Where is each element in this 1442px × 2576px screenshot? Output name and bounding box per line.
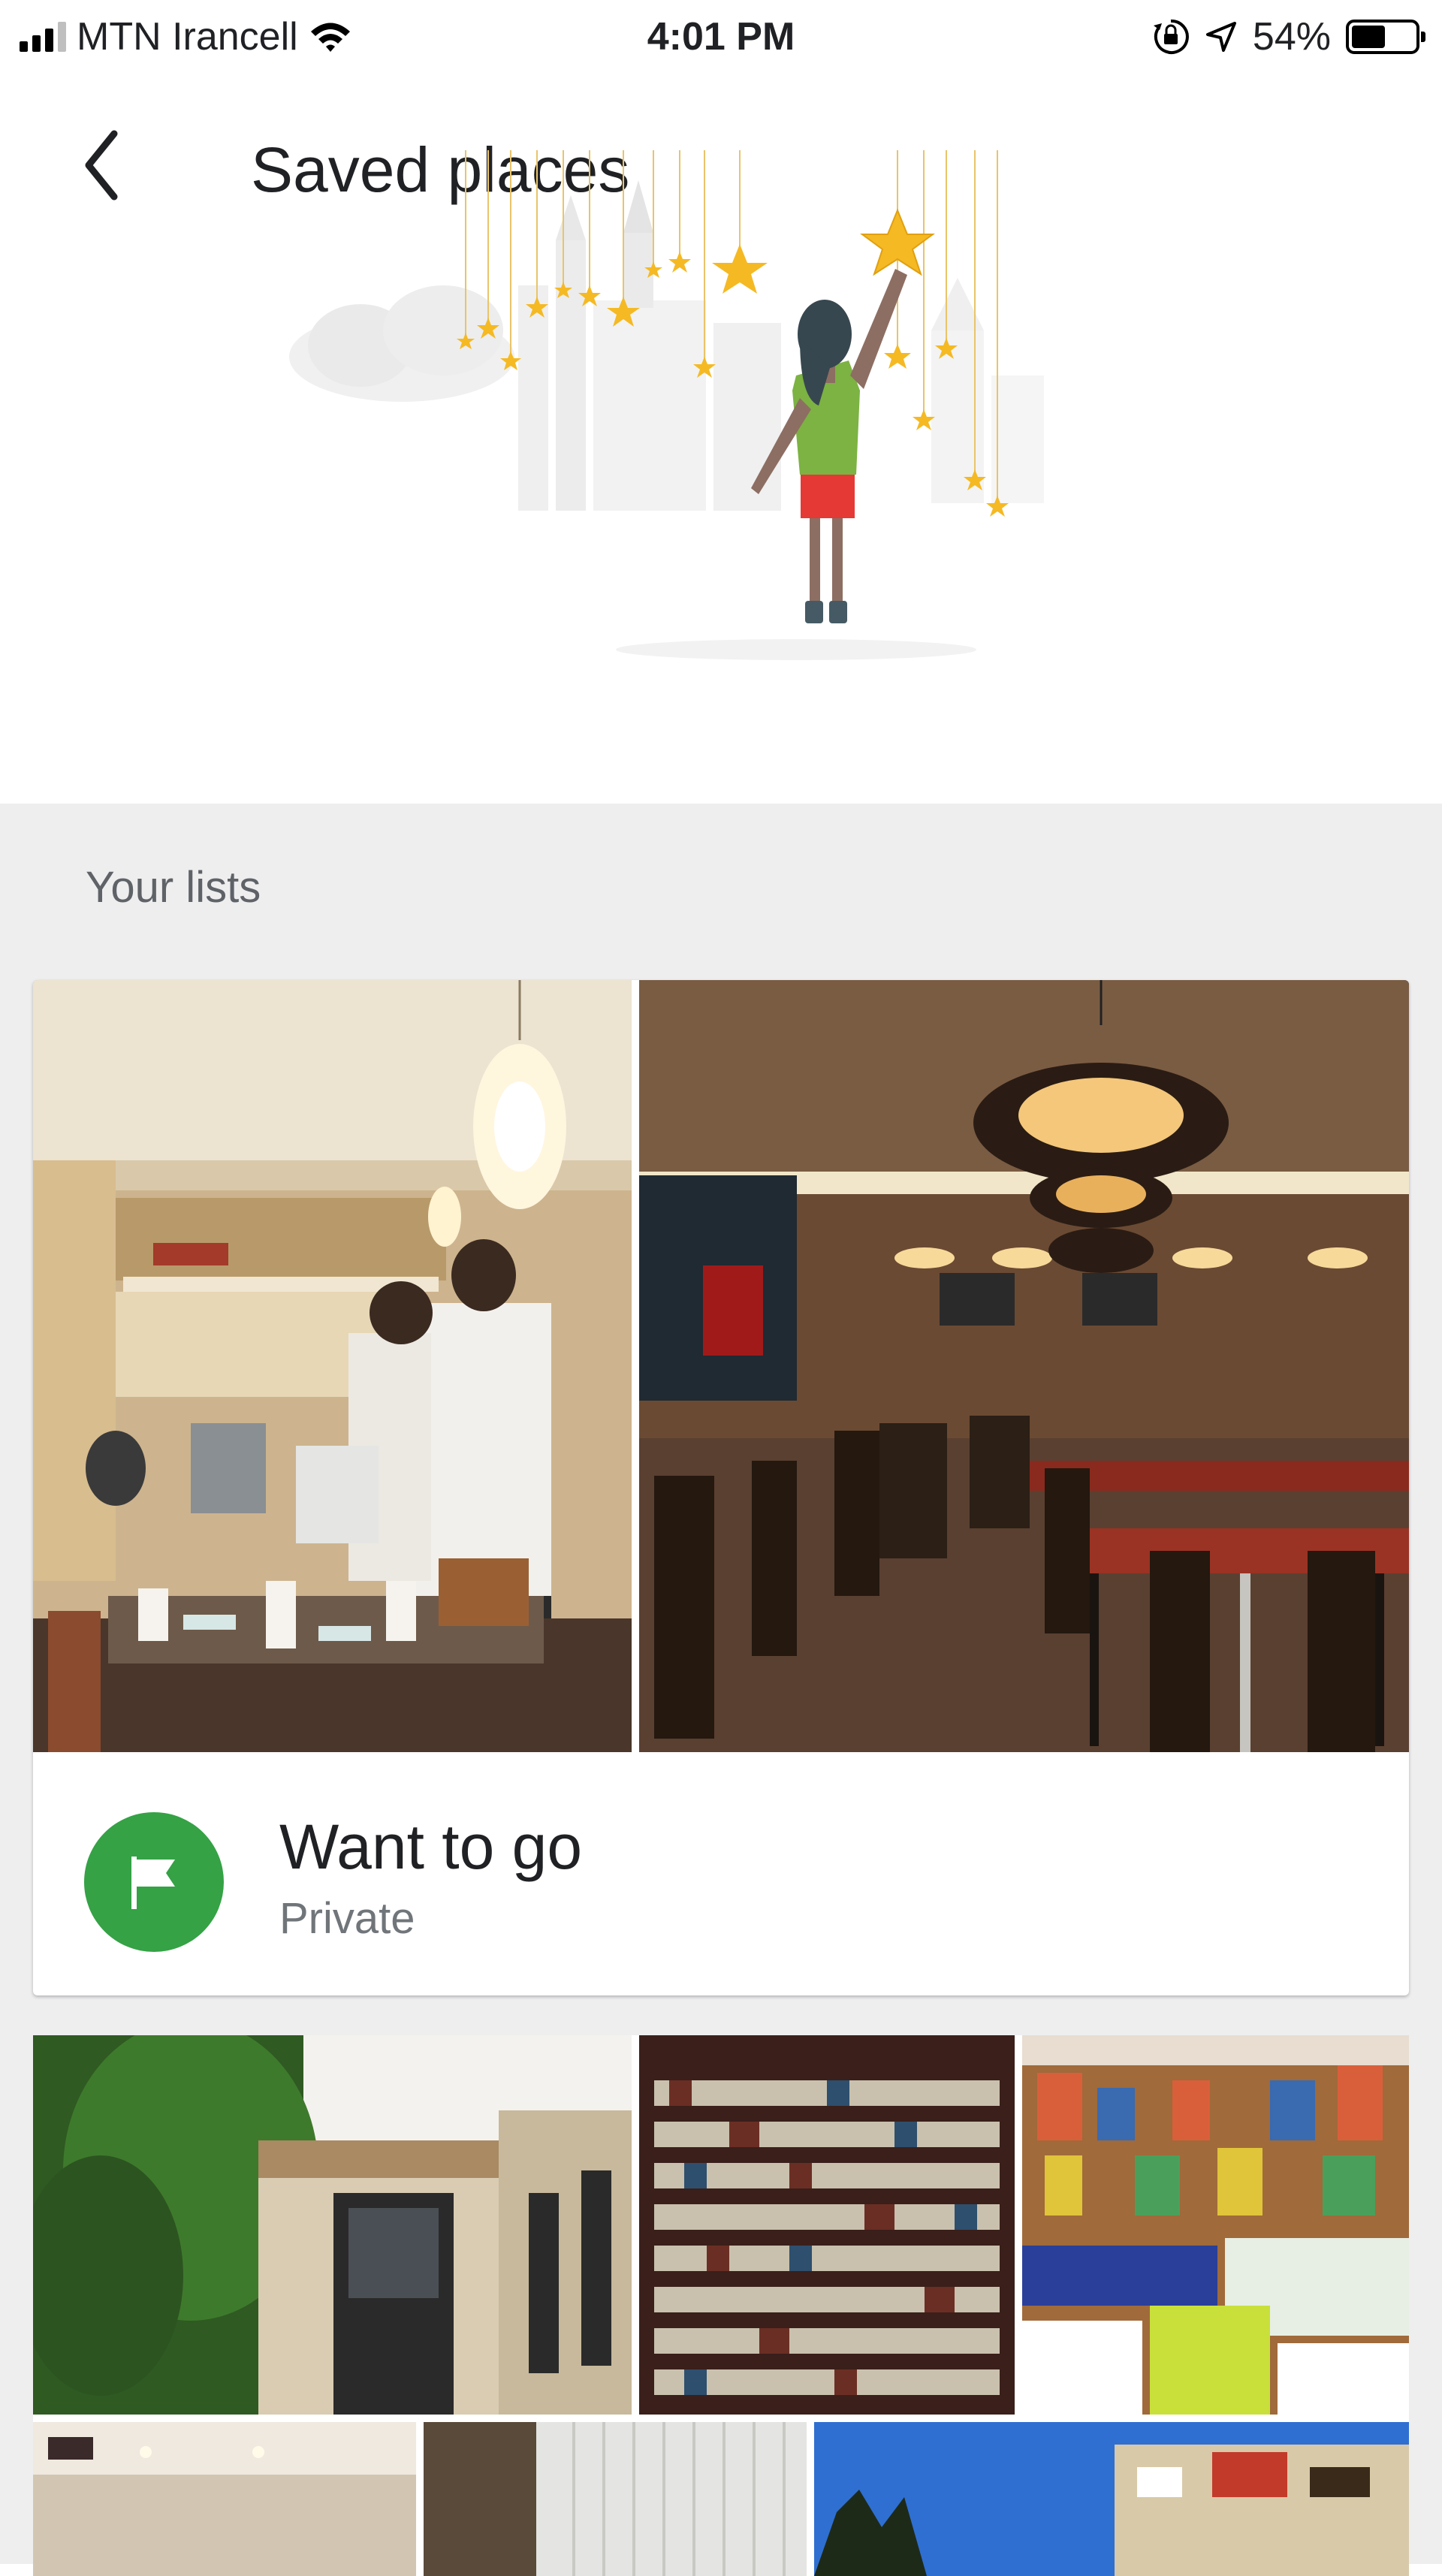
list-card[interactable] bbox=[33, 2035, 1409, 2576]
list-icon-circle bbox=[84, 1812, 224, 1952]
list-photo bbox=[639, 980, 1409, 1752]
list-photo bbox=[814, 2422, 1409, 2576]
list-card-want-to-go[interactable]: Want to go Private bbox=[33, 980, 1409, 1995]
chevron-left-icon bbox=[85, 130, 118, 201]
location-arrow-icon bbox=[1205, 22, 1236, 52]
list-photo bbox=[1022, 2035, 1409, 2415]
status-bar: MTN Irancell 4:01 PM 54% bbox=[0, 0, 1442, 75]
list-photo bbox=[33, 2035, 632, 2415]
list-name: Want to go bbox=[279, 1811, 583, 1882]
section-label: Your lists bbox=[86, 863, 261, 912]
battery-fill bbox=[1352, 26, 1385, 48]
list-photo bbox=[33, 980, 632, 1752]
battery-icon bbox=[1346, 20, 1425, 54]
list-photo bbox=[33, 2422, 416, 2576]
orientation-lock-icon bbox=[1153, 19, 1189, 54]
list-photo bbox=[639, 2035, 1015, 2415]
list-privacy: Private bbox=[279, 1894, 415, 1943]
saved-places-illustration bbox=[289, 150, 1044, 660]
flag-icon bbox=[131, 1857, 175, 1909]
battery-percent: 54% bbox=[1252, 15, 1331, 59]
back-button[interactable] bbox=[65, 120, 140, 210]
list-photo bbox=[424, 2422, 807, 2576]
status-right: 54% bbox=[1152, 11, 1425, 63]
list-info: Want to go Private bbox=[33, 1752, 1409, 1995]
